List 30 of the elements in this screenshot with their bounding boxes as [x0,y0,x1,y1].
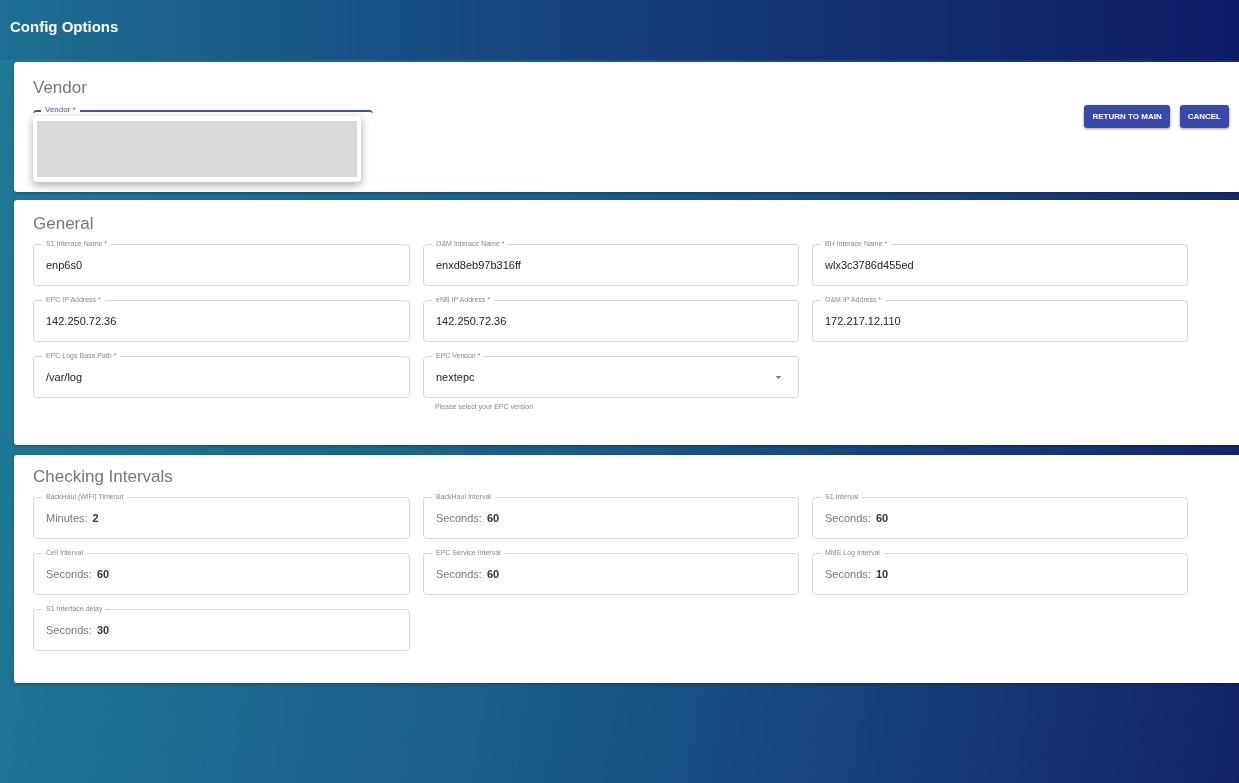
field-value: 142.250.72.36 [46,315,117,327]
unit-label: Seconds: [436,568,482,580]
field-value: enxd8eb97b316ff [436,259,521,271]
section-heading: Vendor [33,77,88,98]
field-value: 10 [875,568,889,580]
field-value: 60 [486,568,500,580]
field-value: 60 [96,568,110,580]
unit-label: Seconds: [46,568,92,580]
field-label: Vendor * [41,105,80,114]
field-value: wlx3c3786d455ed [825,259,914,271]
action-button[interactable]: RETURN TO MAIN [1084,105,1170,128]
field-value: 60 [486,512,500,524]
unit-label: Seconds: [825,568,871,580]
unit-label: Seconds: [436,512,482,524]
window-title: Config Options [10,18,119,35]
field-value: 2 [92,512,99,524]
field-value: 60 [875,512,889,524]
field-value: /var/log [46,371,83,383]
caret-icon[interactable] [775,374,782,380]
unit-label: Seconds: [825,512,871,524]
action-button[interactable]: CANCEL [1179,105,1229,128]
field-value: 172.217.12.110 [825,315,901,327]
section-heading: General [33,213,95,234]
field-value: 30 [96,624,110,636]
field-value: 142.250.72.36 [436,315,507,327]
section-heading: Checking Intervals [33,466,174,487]
unit-label: Seconds: [46,624,92,636]
field-value: enp6s0 [46,259,83,271]
field-value: nextepc [436,371,475,383]
unit-label: Minutes: [46,512,88,524]
